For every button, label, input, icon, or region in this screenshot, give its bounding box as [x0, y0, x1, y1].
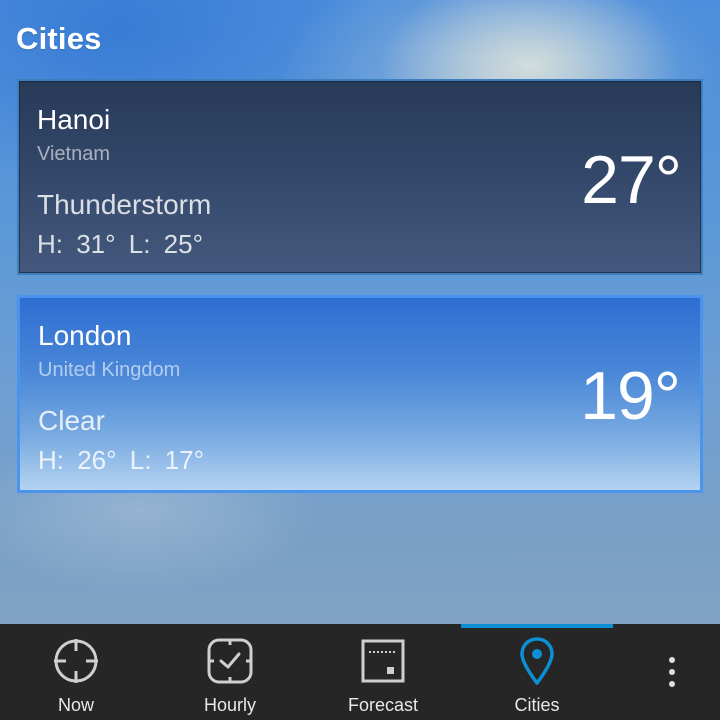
weather-condition: Thunderstorm: [37, 189, 212, 220]
tab-hourly[interactable]: Hourly: [154, 624, 306, 720]
calendar-icon: [358, 636, 408, 686]
more-vertical-icon: [669, 657, 675, 687]
tab-label: Forecast: [347, 695, 419, 715]
high-low-temperature: H: 26° L: 17°: [38, 445, 204, 475]
tab-label: Cities: [514, 695, 560, 715]
city-name: London: [38, 320, 132, 351]
location-pin-icon: [512, 636, 562, 686]
tab-label: Now: [57, 695, 94, 715]
country-name: Vietnam: [37, 143, 111, 165]
country-name: United Kingdom: [38, 359, 181, 381]
tab-cities[interactable]: Cities: [461, 624, 613, 720]
tab-now[interactable]: Now: [0, 624, 152, 720]
current-temperature: 19°: [580, 358, 681, 434]
bottom-tab-bar: Now Hourly Forecast Cities: [0, 624, 720, 720]
overflow-menu-button[interactable]: [650, 624, 694, 720]
city-card-london[interactable]: London United Kingdom Clear H: 26° L: 17…: [17, 295, 703, 493]
city-card-hanoi[interactable]: Hanoi Vietnam Thunderstorm H: 31° L: 25°…: [17, 79, 703, 275]
clock-icon: [205, 636, 255, 686]
crosshair-icon: [51, 636, 101, 686]
page-title: Cities: [16, 21, 102, 56]
tab-label: Hourly: [203, 695, 256, 715]
weather-condition: Clear: [38, 405, 105, 436]
high-low-temperature: H: 31° L: 25°: [37, 229, 203, 259]
city-name: Hanoi: [37, 104, 111, 135]
current-temperature: 27°: [581, 142, 682, 218]
tab-forecast[interactable]: Forecast: [307, 624, 459, 720]
